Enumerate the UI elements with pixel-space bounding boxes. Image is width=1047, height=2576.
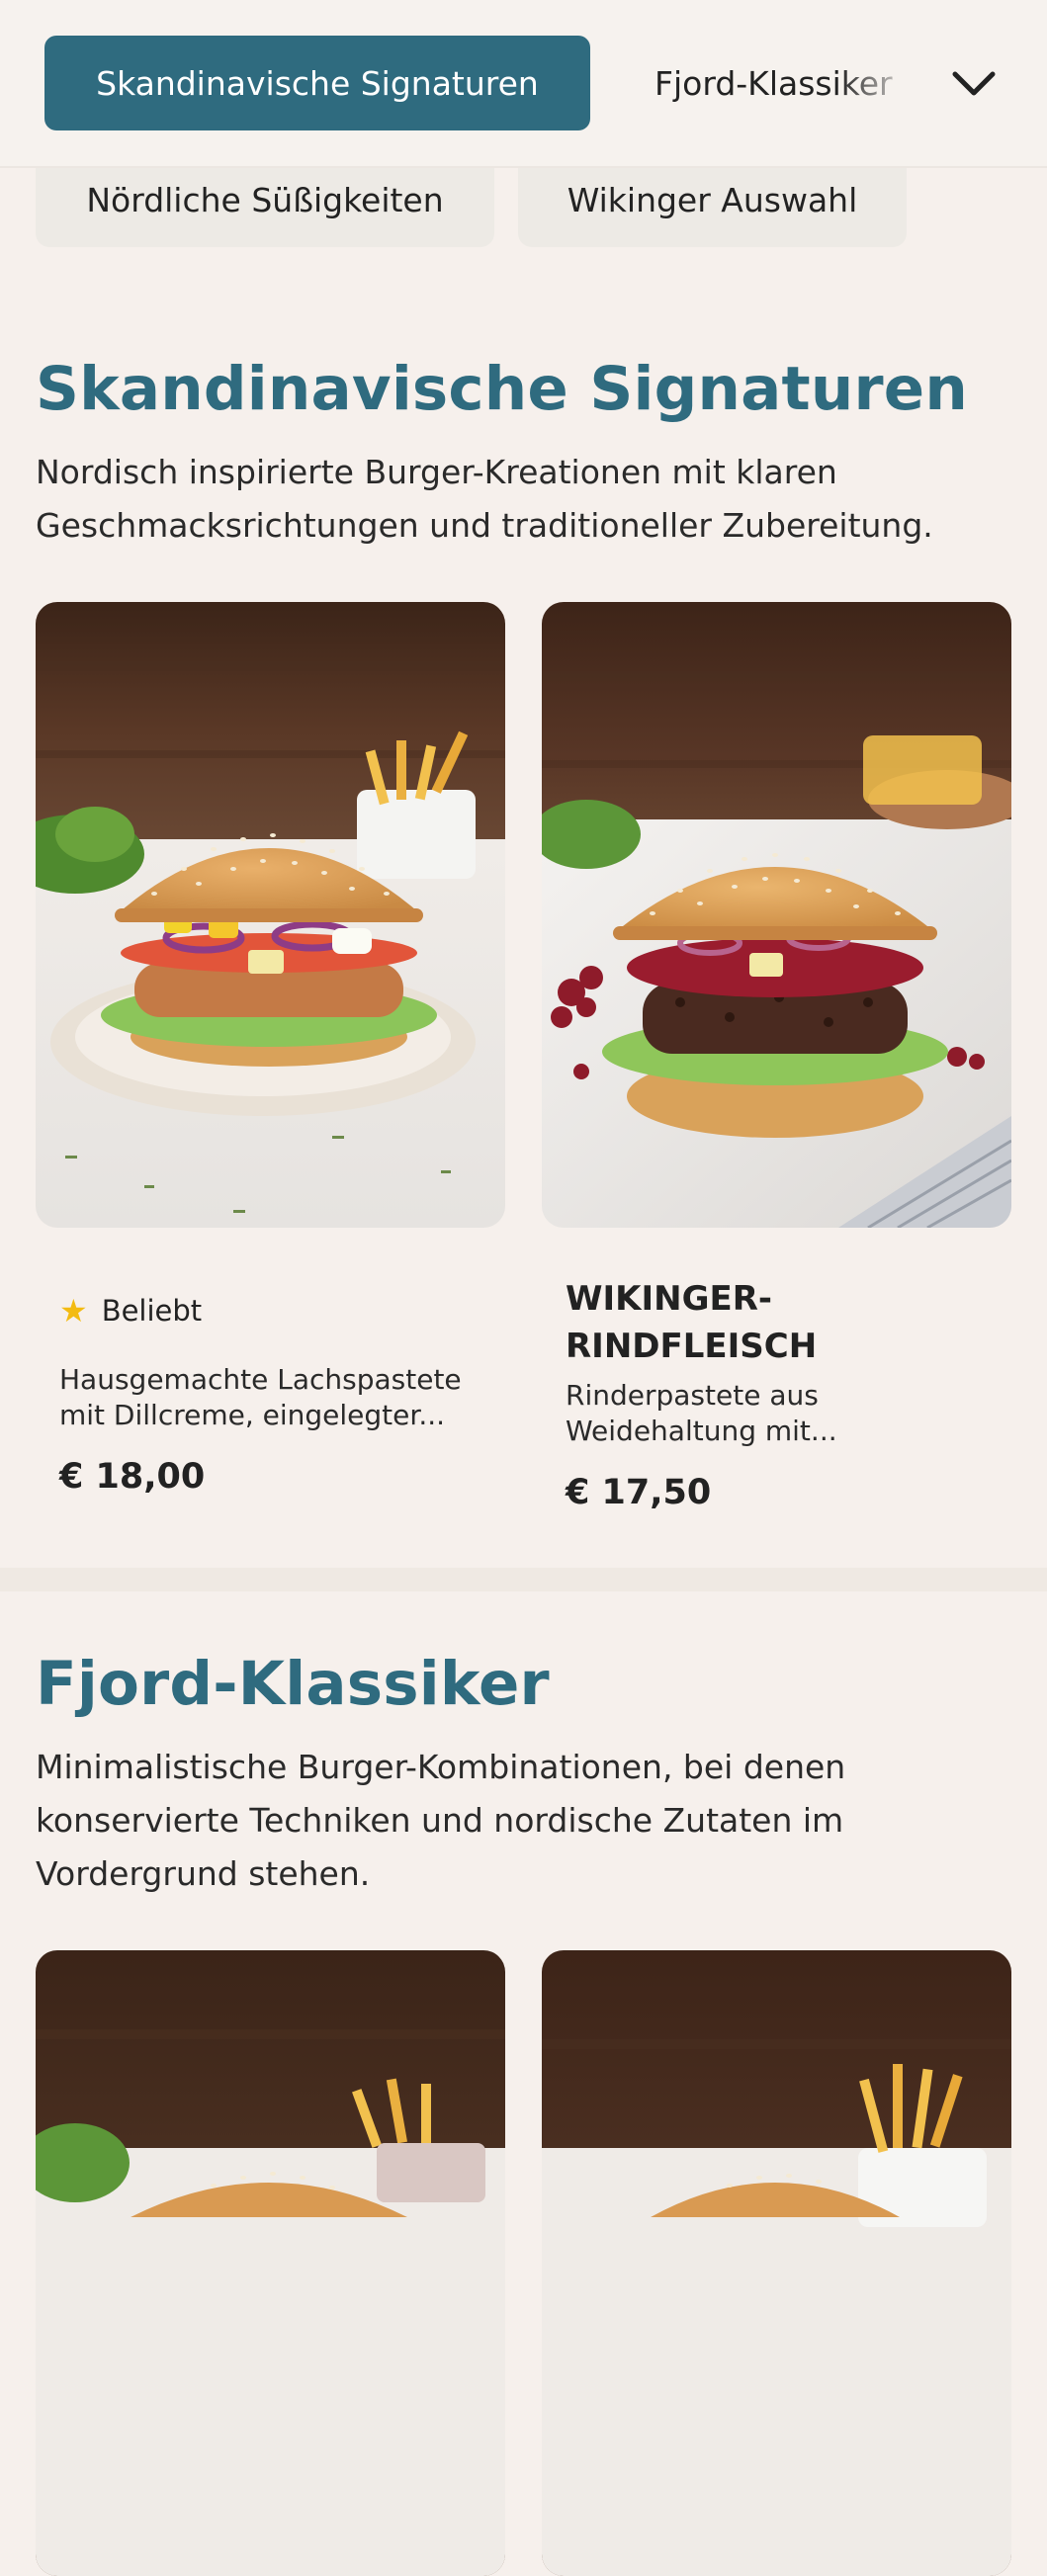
tab-label: Nördliche Süßigkeiten [86, 181, 444, 219]
tab-label: Wikinger Auswahl [567, 181, 858, 219]
tab-label: Fjord-Klassiker [654, 63, 893, 103]
product-description: Hausgemachte Lachspastete mit Dillcreme,… [59, 1363, 462, 1431]
product-price: € 17,50 [566, 1473, 712, 1512]
section-divider [0, 1568, 1047, 1591]
popular-badge: ★ Beliebt [59, 1291, 484, 1331]
tab-label: Skandinavische Signaturen [96, 63, 539, 103]
category-nav: Skandinavische Signaturen Fjord-Klassike… [0, 0, 1047, 168]
product-price: € 18,00 [59, 1457, 206, 1497]
section-description: Nordisch inspirierte Burger-Kreationen m… [36, 453, 933, 545]
tab-fjord-klassiker[interactable]: Fjord-Klassiker [654, 36, 916, 130]
product-image[interactable] [36, 1950, 505, 2576]
section-title: Skandinavische Signaturen [36, 354, 968, 424]
product-image-salmon-burger[interactable] [36, 602, 505, 1228]
product-name: WIKINGER-RINDFLEISCH [566, 1279, 818, 1366]
badge-label: Beliebt [101, 1294, 203, 1328]
product-image[interactable] [542, 1950, 1011, 2576]
product-card-salmon-burger[interactable]: ★ Beliebt Hausgemachte Lachspastete mit … [59, 1291, 484, 1497]
star-icon: ★ [59, 1292, 88, 1330]
product-image-viking-beef-burger[interactable] [542, 602, 1011, 1228]
product-description: Rinderpastete aus Weidehaltung mit... [566, 1379, 837, 1447]
tab-skandinavische-signaturen[interactable]: Skandinavische Signaturen [44, 36, 590, 130]
section-description: Minimalistische Burger-Kombinationen, be… [36, 1748, 846, 1893]
product-card-viking-beef[interactable]: WIKINGER-RINDFLEISCH Rinderpastete aus W… [566, 1275, 882, 1512]
section-title: Fjord-Klassiker [36, 1649, 550, 1719]
chevron-down-icon[interactable] [949, 59, 999, 109]
